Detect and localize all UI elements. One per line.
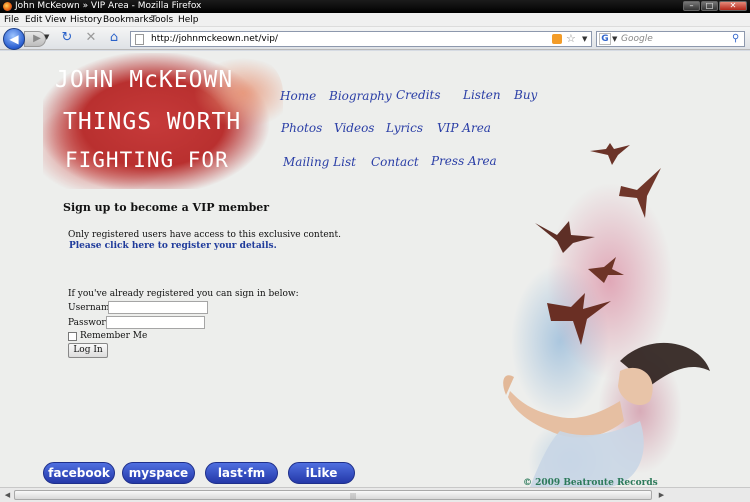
search-engine-dropdown-icon[interactable]: ▼ xyxy=(612,32,617,46)
forward-button[interactable]: ▶ xyxy=(24,31,46,47)
google-search-icon[interactable]: G xyxy=(599,33,611,45)
rss-feed-icon[interactable] xyxy=(552,34,562,44)
logo-line-1: JOHN McKEOWN xyxy=(55,67,234,93)
menu-tools[interactable]: Tools xyxy=(151,13,173,27)
copyright-text: © 2009 Beatroute Records xyxy=(523,478,658,487)
window-titlebar: John McKeown » VIP Area - Mozilla Firefo… xyxy=(0,0,750,13)
page-icon xyxy=(135,34,144,45)
woman-illustration xyxy=(503,342,710,487)
menu-view[interactable]: View xyxy=(45,13,66,27)
url-text[interactable]: http://johnmckeown.net/vip/ xyxy=(151,32,278,46)
menu-history[interactable]: History xyxy=(70,13,102,27)
nav-vip-area[interactable]: VIP Area xyxy=(437,121,491,135)
menu-bar: File Edit View History Bookmarks Tools H… xyxy=(0,13,750,27)
username-input[interactable] xyxy=(108,301,208,314)
logo-line-2: THINGS WORTH xyxy=(63,109,242,135)
bird-illustration xyxy=(535,221,595,253)
maximize-icon[interactable]: □ xyxy=(701,1,718,11)
window-title: John McKeown » VIP Area - Mozilla Firefo… xyxy=(15,1,202,11)
nav-biography[interactable]: Biography xyxy=(329,89,392,103)
nav-photos[interactable]: Photos xyxy=(281,121,322,135)
facebook-button[interactable]: facebook xyxy=(43,462,115,484)
vip-intro-text: Only registered users have access to thi… xyxy=(68,230,341,240)
history-dropdown-icon[interactable]: ▼ xyxy=(44,33,49,41)
password-label: Password xyxy=(68,318,112,328)
nav-lyrics[interactable]: Lyrics xyxy=(386,121,423,135)
scroll-left-icon[interactable]: ◀ xyxy=(2,490,13,500)
home-icon[interactable]: ⌂ xyxy=(106,30,122,46)
back-button[interactable]: ◀ xyxy=(3,28,25,50)
myspace-button[interactable]: myspace xyxy=(122,462,195,484)
nav-videos[interactable]: Videos xyxy=(334,121,374,135)
navigation-toolbar: ▶ ◀ ▼ ↻ ✕ ⌂ http://johnmckeown.net/vip/ … xyxy=(0,27,750,50)
nav-listen[interactable]: Listen xyxy=(463,88,501,102)
nav-press-area[interactable]: Press Area xyxy=(431,154,497,168)
site-logo[interactable]: JOHN McKEOWN THINGS WORTH FIGHTING FOR xyxy=(43,53,283,189)
firefox-icon xyxy=(3,2,12,11)
page-content: JOHN McKEOWN THINGS WORTH FIGHTING FOR H… xyxy=(0,51,750,487)
menu-help[interactable]: Help xyxy=(178,13,199,27)
scroll-right-icon[interactable]: ▶ xyxy=(656,490,667,500)
nav-buy[interactable]: Buy xyxy=(514,88,537,102)
scrollbar-thumb[interactable]: ||| xyxy=(14,490,652,500)
horizontal-scrollbar[interactable]: ◀ ||| ▶ xyxy=(0,487,750,502)
logo-line-3: FIGHTING FOR xyxy=(65,148,229,172)
bird-illustration xyxy=(590,143,630,165)
address-bar[interactable]: http://johnmckeown.net/vip/ ☆ ▼ xyxy=(130,31,592,47)
bird-illustration xyxy=(619,168,661,218)
nav-contact[interactable]: Contact xyxy=(371,155,419,169)
reload-icon[interactable]: ↻ xyxy=(59,30,75,46)
remember-me-checkbox[interactable] xyxy=(68,332,77,341)
nav-home[interactable]: Home xyxy=(280,89,316,103)
close-icon[interactable]: ✕ xyxy=(719,1,747,11)
bookmark-star-icon[interactable]: ☆ xyxy=(566,32,576,46)
vip-heading: Sign up to become a VIP member xyxy=(63,201,270,214)
minimize-icon[interactable]: – xyxy=(683,1,700,11)
stop-icon[interactable]: ✕ xyxy=(83,30,99,46)
menu-file[interactable]: File xyxy=(4,13,19,27)
scrollbar-grip-icon: ||| xyxy=(350,493,357,500)
menu-edit[interactable]: Edit xyxy=(25,13,42,27)
url-dropdown-icon[interactable]: ▼ xyxy=(582,32,587,46)
magnifier-icon[interactable]: ⚲ xyxy=(732,32,739,46)
search-bar[interactable]: G ▼ Google ⚲ xyxy=(596,31,745,47)
nav-credits[interactable]: Credits xyxy=(396,88,441,102)
remember-me-label: Remember Me xyxy=(80,331,148,341)
bird-illustration xyxy=(588,257,624,283)
register-link[interactable]: Please click here to register your detai… xyxy=(69,241,277,251)
menu-bookmarks[interactable]: Bookmarks xyxy=(103,13,153,27)
search-input[interactable]: Google xyxy=(621,32,653,46)
login-button[interactable]: Log In xyxy=(68,343,108,358)
signin-prompt: If you've already registered you can sig… xyxy=(68,289,299,299)
password-input[interactable] xyxy=(106,316,205,329)
lastfm-button[interactable]: last·fm xyxy=(205,462,278,484)
ilike-button[interactable]: iLike xyxy=(288,462,355,484)
nav-mailing-list[interactable]: Mailing List xyxy=(283,155,356,169)
